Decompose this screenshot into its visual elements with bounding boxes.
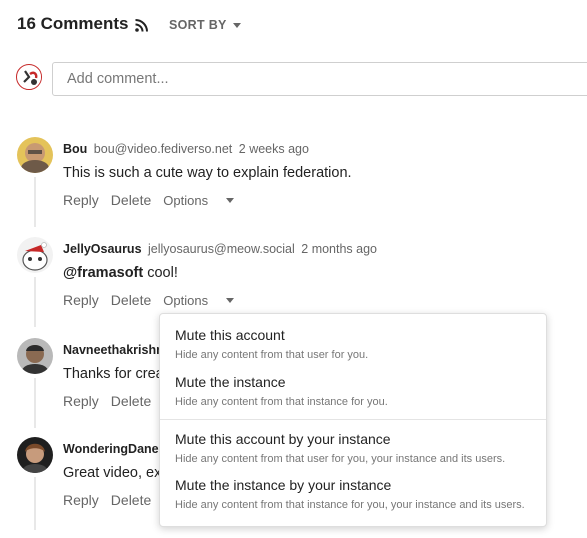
comment-text: This is such a cute way to explain feder… bbox=[63, 165, 352, 181]
menu-item-description: Hide any content from that user for you. bbox=[175, 349, 369, 361]
options-button[interactable]: Options bbox=[163, 293, 246, 308]
options-label: Options bbox=[163, 192, 209, 208]
avatar bbox=[16, 64, 42, 90]
comments-count: 16 Comments bbox=[17, 14, 129, 33]
comment-author[interactable]: JellyOsaurus bbox=[63, 242, 142, 256]
comment-handle[interactable]: jellyosaurus@meow.social bbox=[148, 242, 295, 256]
thread-line bbox=[34, 177, 36, 227]
sort-by-dropdown[interactable]: SORT BY bbox=[169, 18, 241, 32]
comment-actions: Reply Delete bbox=[63, 492, 163, 508]
menu-item-mute-account[interactable]: Mute this account Hide any content from … bbox=[175, 327, 535, 361]
comment-composer bbox=[16, 62, 587, 96]
comment-body: Great video, exp bbox=[63, 465, 170, 481]
menu-item-title: Mute the instance by your instance bbox=[175, 477, 392, 493]
comment-date[interactable]: 2 months ago bbox=[301, 242, 377, 256]
chevron-down-icon bbox=[232, 22, 241, 28]
avatar bbox=[17, 338, 53, 374]
sort-by-label: SORT BY bbox=[169, 18, 227, 32]
menu-item-description: Hide any content from that user for you,… bbox=[175, 453, 506, 465]
menu-item-description: Hide any content from that instance for … bbox=[175, 396, 388, 408]
delete-button[interactable]: Delete bbox=[111, 492, 151, 508]
comment-author[interactable]: WonderingDane bbox=[63, 442, 159, 456]
reply-button[interactable]: Reply bbox=[63, 292, 99, 308]
comment-author[interactable]: Navneethakrishn bbox=[63, 343, 164, 357]
menu-item-title: Mute this account by your instance bbox=[175, 431, 391, 447]
comment-header: WonderingDane bbox=[63, 442, 159, 456]
delete-button[interactable]: Delete bbox=[111, 292, 151, 308]
thread-line bbox=[34, 378, 36, 428]
menu-divider bbox=[160, 419, 546, 420]
comment-body: cool! bbox=[143, 265, 178, 281]
menu-item-title: Mute the instance bbox=[175, 374, 286, 390]
menu-item-description: Hide any content from that instance for … bbox=[175, 499, 525, 511]
avatar bbox=[17, 137, 53, 173]
delete-button[interactable]: Delete bbox=[111, 192, 151, 208]
comment-item: Bou bou@video.fediverso.net 2 weeks ago … bbox=[17, 137, 577, 227]
options-button[interactable]: Options bbox=[163, 193, 246, 208]
options-dropdown-menu: Mute this account Hide any content from … bbox=[159, 313, 547, 527]
comment-text: @framasoft cool! bbox=[63, 265, 178, 281]
comment-text: Thanks for crea bbox=[63, 366, 164, 382]
menu-item-mute-instance-by-instance[interactable]: Mute the instance by your instance Hide … bbox=[175, 477, 535, 511]
menu-item-title: Mute this account bbox=[175, 327, 285, 343]
chevron-down-icon bbox=[226, 197, 235, 203]
thread-line bbox=[34, 477, 36, 530]
comment-body: This is such a cute way to explain feder… bbox=[63, 165, 352, 181]
comment-handle[interactable]: bou@video.fediverso.net bbox=[94, 142, 232, 156]
options-label: Options bbox=[163, 292, 209, 308]
avatar bbox=[17, 237, 53, 273]
comment-body: Thanks for crea bbox=[63, 366, 164, 382]
menu-item-mute-instance[interactable]: Mute the instance Hide any content from … bbox=[175, 374, 535, 408]
comment-header: Bou bou@video.fediverso.net 2 weeks ago bbox=[63, 142, 309, 156]
avatar bbox=[17, 437, 53, 473]
reply-button[interactable]: Reply bbox=[63, 393, 99, 409]
comment-actions: Reply Delete bbox=[63, 393, 163, 409]
rss-icon[interactable] bbox=[135, 18, 149, 32]
reply-button[interactable]: Reply bbox=[63, 492, 99, 508]
comments-header: 16 Comments SORT BY bbox=[17, 14, 241, 34]
comment-author[interactable]: Bou bbox=[63, 142, 87, 156]
reply-button[interactable]: Reply bbox=[63, 192, 99, 208]
comment-header: Navneethakrishn bbox=[63, 343, 164, 357]
mention-link[interactable]: @framasoft bbox=[63, 265, 143, 281]
comment-header: JellyOsaurus jellyosaurus@meow.social 2 … bbox=[63, 242, 377, 256]
comment-actions: Reply Delete Options bbox=[63, 292, 258, 308]
chevron-down-icon bbox=[226, 297, 235, 303]
comment-actions: Reply Delete Options bbox=[63, 192, 258, 208]
add-comment-input[interactable] bbox=[52, 62, 587, 96]
menu-item-mute-account-by-instance[interactable]: Mute this account by your instance Hide … bbox=[175, 431, 535, 465]
delete-button[interactable]: Delete bbox=[111, 393, 151, 409]
comment-text: Great video, exp bbox=[63, 465, 169, 481]
comment-date[interactable]: 2 weeks ago bbox=[239, 142, 309, 156]
thread-line bbox=[34, 277, 36, 327]
